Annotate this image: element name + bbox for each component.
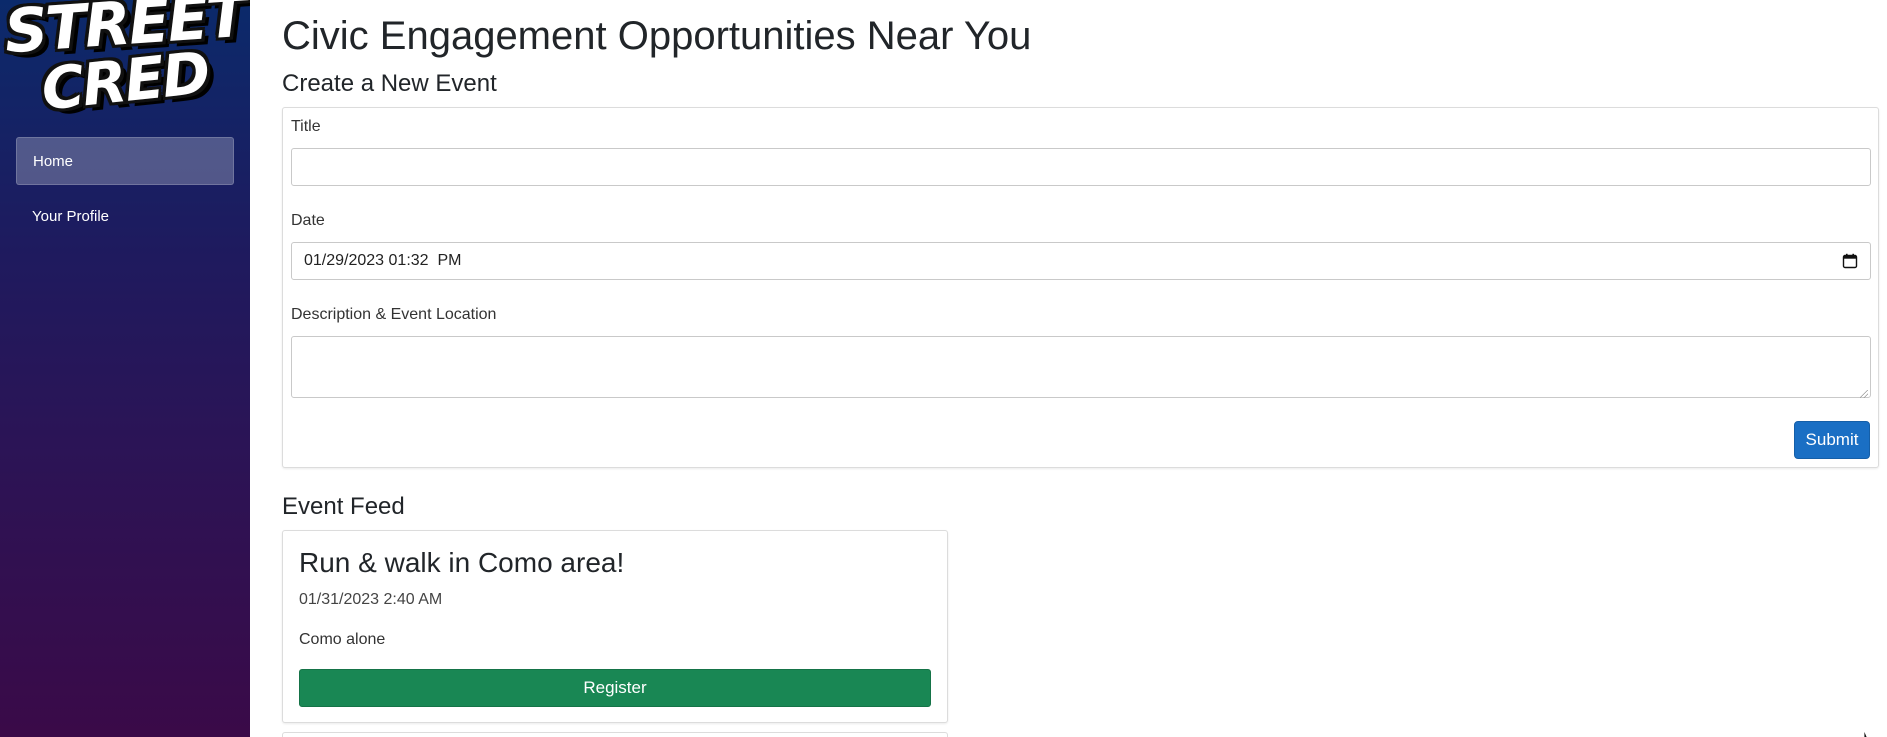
main-content: Civic Engagement Opportunities Near You …: [250, 0, 1887, 737]
create-event-heading: Create a New Event: [282, 70, 497, 97]
event-datetime: 01/31/2023 2:40 AM: [299, 591, 443, 608]
event-title: Run & walk in Como area!: [299, 547, 625, 578]
next-event-card: [282, 732, 948, 737]
resize-grip-icon[interactable]: [1860, 390, 1868, 398]
description-label: Description & Event Location: [291, 306, 497, 323]
mouse-cursor-icon: [1863, 727, 1875, 737]
description-textarea[interactable]: [291, 336, 1871, 398]
date-input-value: 01/29/2023 01:32 PM: [304, 252, 462, 269]
date-label: Date: [291, 212, 325, 229]
event-feed-heading: Event Feed: [282, 493, 405, 520]
event-description: Como alone: [299, 631, 386, 648]
register-button[interactable]: Register: [299, 669, 931, 707]
sidebar-item-home[interactable]: Home: [16, 137, 234, 185]
submit-button[interactable]: Submit: [1794, 421, 1870, 459]
sidebar: STREET CRED Home Your Profile: [0, 0, 250, 737]
page-title: Civic Engagement Opportunities Near You: [282, 14, 1032, 58]
date-input[interactable]: 01/29/2023 01:32 PM: [291, 242, 1871, 280]
create-event-form: Title Date 01/29/2023 01:32 PM Descripti…: [282, 107, 1879, 468]
title-input[interactable]: [291, 148, 1871, 186]
sidebar-nav: Home Your Profile: [16, 137, 234, 249]
calendar-icon[interactable]: [1842, 253, 1858, 269]
title-label: Title: [291, 118, 321, 135]
event-card: Run & walk in Como area! 01/31/2023 2:40…: [282, 530, 948, 723]
sidebar-item-your-profile[interactable]: Your Profile: [16, 193, 234, 241]
app-root: STREET CRED Home Your Profile Civic Enga…: [0, 0, 1887, 737]
street-cred-logo[interactable]: STREET CRED: [0, 0, 250, 122]
